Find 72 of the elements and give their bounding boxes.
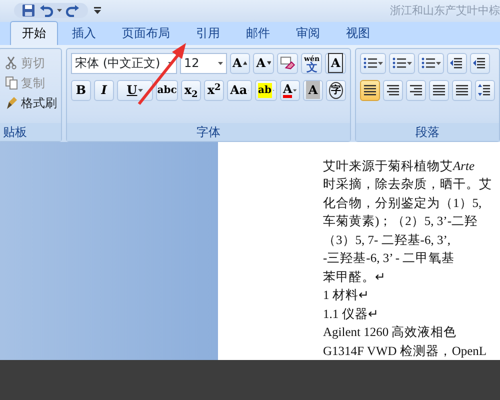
increase-indent-button[interactable] <box>470 52 490 74</box>
numbering-button[interactable] <box>389 52 415 74</box>
align-left-button[interactable] <box>360 80 380 101</box>
ribbon-tab[interactable]: 邮件 <box>234 20 282 45</box>
align-icon <box>456 84 468 96</box>
clipboard-button[interactable]: 格式刷 <box>5 92 57 113</box>
document-text: 车菊黄素)；（2）5, 3’-二羟 <box>323 213 478 230</box>
multilevel-list-button[interactable] <box>418 52 444 74</box>
document-text: 艾叶来源于菊科植物艾Arte <box>323 158 476 175</box>
align-icon <box>364 84 376 96</box>
ribbon-tab[interactable]: 开始 <box>10 20 58 45</box>
decrease-indent-button[interactable] <box>447 52 467 74</box>
line-spacing-button[interactable] <box>475 80 495 101</box>
font-button[interactable]: U <box>117 80 153 101</box>
bullets-button[interactable] <box>360 52 386 74</box>
font-button[interactable]: A <box>280 80 300 101</box>
customize-toolbar-icon[interactable] <box>94 6 101 15</box>
font-button[interactable]: A <box>325 52 346 74</box>
indent-icon <box>450 57 464 70</box>
font-button[interactable]: ab <box>255 80 277 101</box>
eraser-icon <box>280 56 296 70</box>
font-button[interactable]: A <box>253 52 274 74</box>
document-text: 化合物，分别鉴定为（1）5, <box>323 194 483 212</box>
window-title: 浙江和山东产艾叶中棕 <box>390 2 500 19</box>
font-size-dropdown[interactable]: 12 <box>180 52 226 74</box>
caret-up-icon <box>242 61 248 66</box>
document-text: 1.1 仪器↵ <box>323 306 380 323</box>
font-button[interactable]: x$_{2}$ <box>181 80 202 101</box>
align-distributed-button[interactable] <box>452 80 472 101</box>
ribbon-tab[interactable]: 插入 <box>60 20 108 45</box>
copy-icon <box>5 76 18 90</box>
font-button[interactable]: x$^{2}$ <box>204 80 224 101</box>
font-button[interactable]: A <box>230 52 250 74</box>
ribbon-tab[interactable]: 页面布局 <box>110 20 182 45</box>
ribbon-tab[interactable]: 视图 <box>334 20 382 45</box>
document-text: 苯甲醛。↵ <box>323 268 387 286</box>
document-text: G1314F VWD 检测器，OpenL <box>323 342 488 360</box>
redo-icon[interactable] <box>66 4 80 17</box>
caret-down-icon <box>266 61 271 66</box>
font-button[interactable]: B <box>71 80 91 101</box>
save-icon[interactable] <box>22 4 35 18</box>
list-icon <box>392 57 406 70</box>
ribbon-tab[interactable]: 引用 <box>184 20 232 45</box>
document-text: 时采摘，除去杂质，晒干。艾 <box>323 176 493 194</box>
font-button[interactable]: abc <box>156 80 178 101</box>
font-button[interactable]: 字 <box>326 80 346 101</box>
list-icon <box>363 57 377 70</box>
align-icon <box>410 84 422 96</box>
font-button[interactable]: I <box>94 80 114 101</box>
clear-formatting-button[interactable] <box>276 52 298 74</box>
document-text: （3）5, 7- 二羟基-6, 3’, <box>323 232 452 249</box>
document-text: 1 材料↵ <box>323 287 370 304</box>
align-center-button[interactable] <box>383 80 403 101</box>
line-spacing-icon <box>478 84 492 96</box>
align-icon <box>387 84 399 96</box>
align-right-button[interactable] <box>406 80 426 101</box>
font-button[interactable]: Aa <box>227 80 252 101</box>
ribbon-tab[interactable]: 审阅 <box>284 20 332 45</box>
font-name-dropdown[interactable]: 宋体 (中文正文) <box>71 52 178 74</box>
font-button[interactable]: A <box>303 80 323 101</box>
scissors-icon <box>5 56 18 70</box>
undo-icon[interactable] <box>39 4 53 17</box>
list-icon <box>421 57 435 70</box>
align-justify-button[interactable] <box>429 80 449 101</box>
group-label: 字体 <box>67 122 350 141</box>
indent-icon <box>473 57 487 70</box>
document-text: -三羟基-6, 3’ - 二甲氧基 <box>323 250 456 268</box>
group-label: 贴板 <box>0 122 61 141</box>
brush-icon <box>5 96 18 110</box>
group-label: 段落 <box>356 122 499 141</box>
align-icon <box>433 84 445 96</box>
document-text: Agilent 1260 高效液相色 <box>323 324 458 342</box>
